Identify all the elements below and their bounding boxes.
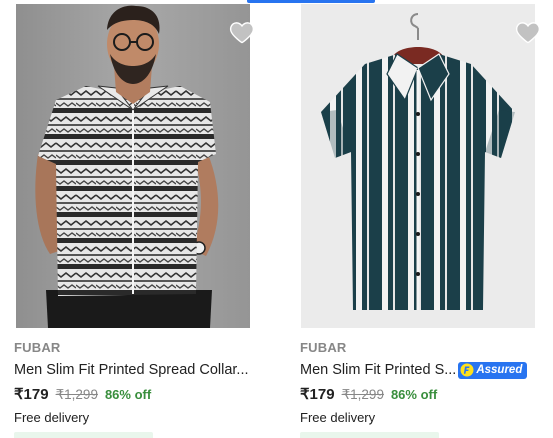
product-brand: FUBAR — [14, 340, 61, 355]
discount-label: 86% off — [104, 387, 152, 402]
original-price: ₹1,299 — [341, 387, 384, 402]
price-row: ₹179 ₹1,299 86% off — [300, 385, 437, 403]
model-shirt-photo — [16, 4, 250, 328]
assured-badge: Assured — [458, 361, 528, 379]
product-title-row[interactable]: Men Slim Fit Printed Spread Collar... — [14, 360, 258, 380]
price-row: ₹179 ₹1,299 86% off — [14, 385, 151, 403]
assured-label: Assured — [476, 363, 523, 376]
flipkart-f-icon — [460, 363, 474, 377]
selling-price: ₹179 — [300, 386, 335, 403]
wishlist-heart-icon[interactable] — [228, 18, 256, 46]
product-brand: FUBAR — [300, 340, 347, 355]
striped-shirt-photo — [301, 4, 535, 328]
delivery-info: Free delivery — [300, 410, 376, 425]
product-image[interactable] — [301, 4, 535, 328]
offer-strip — [14, 432, 153, 438]
product-card[interactable]: FUBAR Men Slim Fit Printed S... Assured … — [286, 0, 553, 438]
product-grid: FUBAR Men Slim Fit Printed Spread Collar… — [0, 0, 553, 438]
product-title[interactable]: Men Slim Fit Printed Spread Collar... — [14, 362, 249, 378]
discount-label: 86% off — [390, 387, 438, 402]
product-title[interactable]: Men Slim Fit Printed S... — [300, 362, 456, 378]
original-price: ₹1,299 — [55, 387, 98, 402]
delivery-info: Free delivery — [14, 410, 90, 425]
offer-strip — [300, 432, 439, 438]
product-title-row[interactable]: Men Slim Fit Printed S... Assured — [300, 360, 544, 380]
product-card[interactable]: FUBAR Men Slim Fit Printed Spread Collar… — [0, 0, 268, 438]
wishlist-heart-icon[interactable] — [514, 18, 542, 46]
product-image[interactable] — [16, 4, 250, 328]
selling-price: ₹179 — [14, 386, 49, 403]
